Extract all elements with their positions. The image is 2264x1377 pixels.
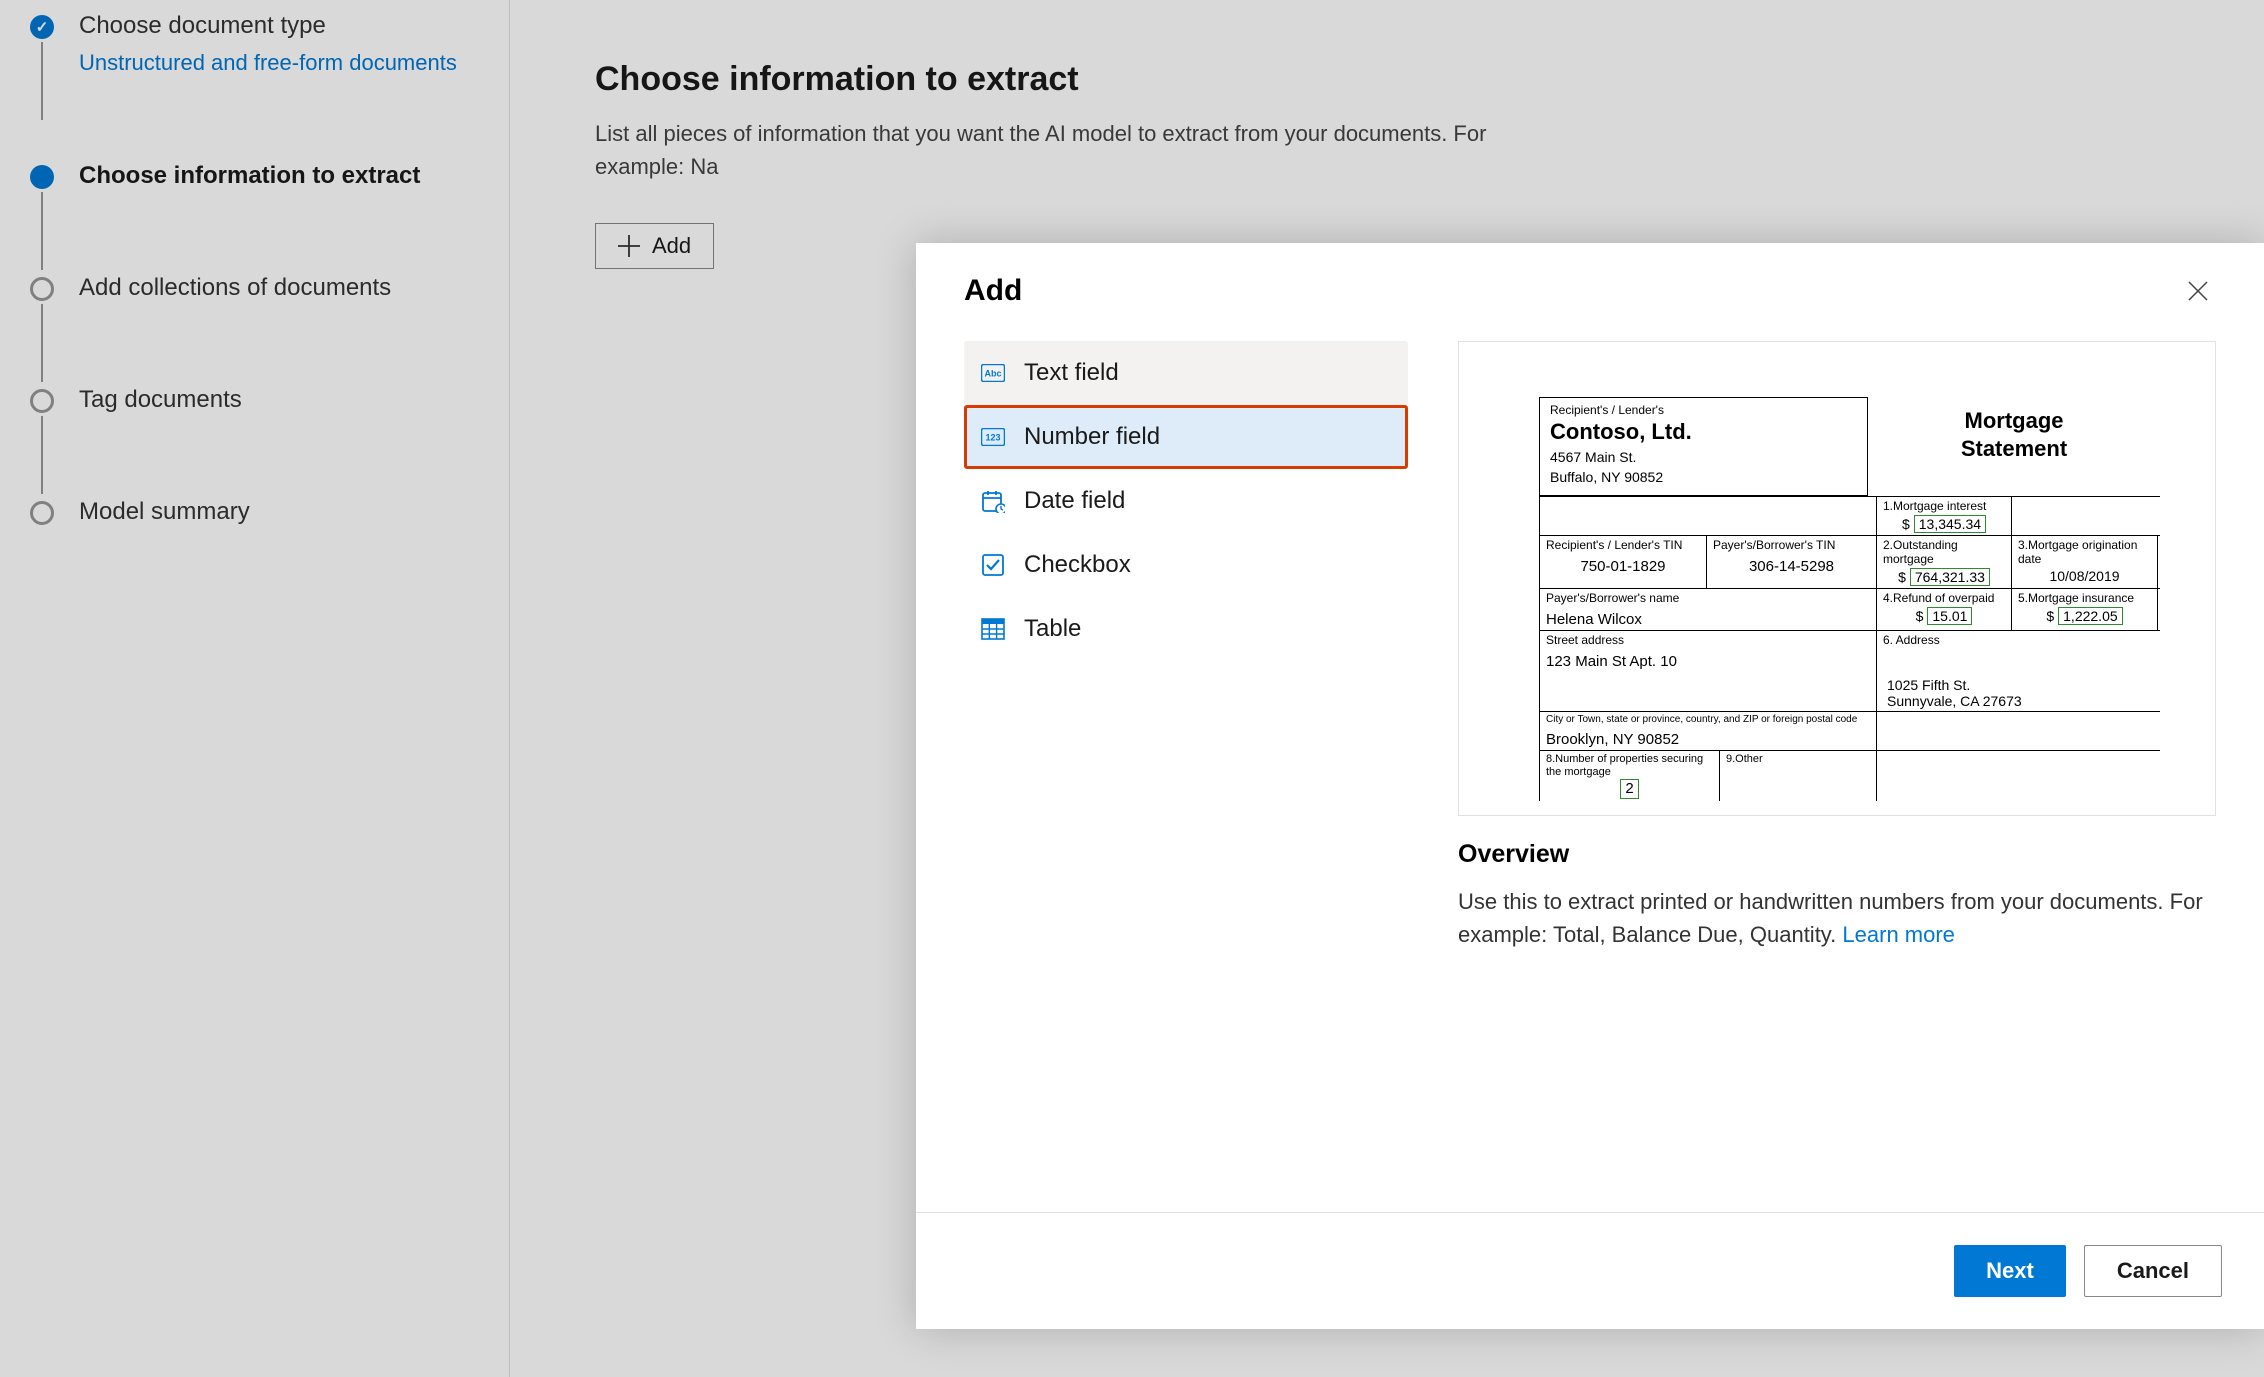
overview-text: Use this to extract printed or handwritt…	[1458, 885, 2216, 951]
field-type-date[interactable]: Date field	[964, 469, 1408, 533]
modal-overlay: Add Abc Text field 123 Number field	[0, 0, 2264, 1377]
close-icon	[2188, 281, 2208, 301]
doc-company-block: Recipient's / Lender's Contoso, Ltd. 456…	[1539, 397, 1868, 496]
table-icon	[980, 616, 1006, 642]
field-type-label: Text field	[1024, 359, 1119, 387]
doc-title-block: Mortgage Statement	[1868, 397, 2160, 496]
text-icon: Abc	[980, 360, 1006, 386]
checkbox-icon	[980, 552, 1006, 578]
field-type-label: Number field	[1024, 423, 1160, 451]
modal-title: Add	[964, 274, 1022, 308]
number-icon: 123	[980, 424, 1006, 450]
svg-text:Abc: Abc	[984, 369, 1001, 379]
next-button[interactable]: Next	[1954, 1245, 2066, 1297]
add-field-modal: Add Abc Text field 123 Number field	[916, 243, 2264, 1329]
field-type-label: Checkbox	[1024, 551, 1131, 579]
field-type-checkbox[interactable]: Checkbox	[964, 533, 1408, 597]
cancel-button[interactable]: Cancel	[2084, 1245, 2222, 1297]
learn-more-link[interactable]: Learn more	[1842, 922, 1955, 947]
field-type-text[interactable]: Abc Text field	[964, 341, 1408, 405]
overview-title: Overview	[1458, 840, 2216, 869]
field-type-label: Date field	[1024, 487, 1125, 515]
field-type-label: Table	[1024, 615, 1081, 643]
svg-text:123: 123	[985, 433, 1000, 443]
field-type-table[interactable]: Table	[964, 597, 1408, 661]
date-icon	[980, 488, 1006, 514]
preview-panel: Recipient's / Lender's Contoso, Ltd. 456…	[1458, 341, 2216, 1212]
field-type-number[interactable]: 123 Number field	[964, 405, 1408, 469]
document-preview: Recipient's / Lender's Contoso, Ltd. 456…	[1458, 341, 2216, 816]
field-type-list: Abc Text field 123 Number field Date fie…	[964, 341, 1408, 1212]
modal-close-button[interactable]	[2180, 273, 2216, 309]
